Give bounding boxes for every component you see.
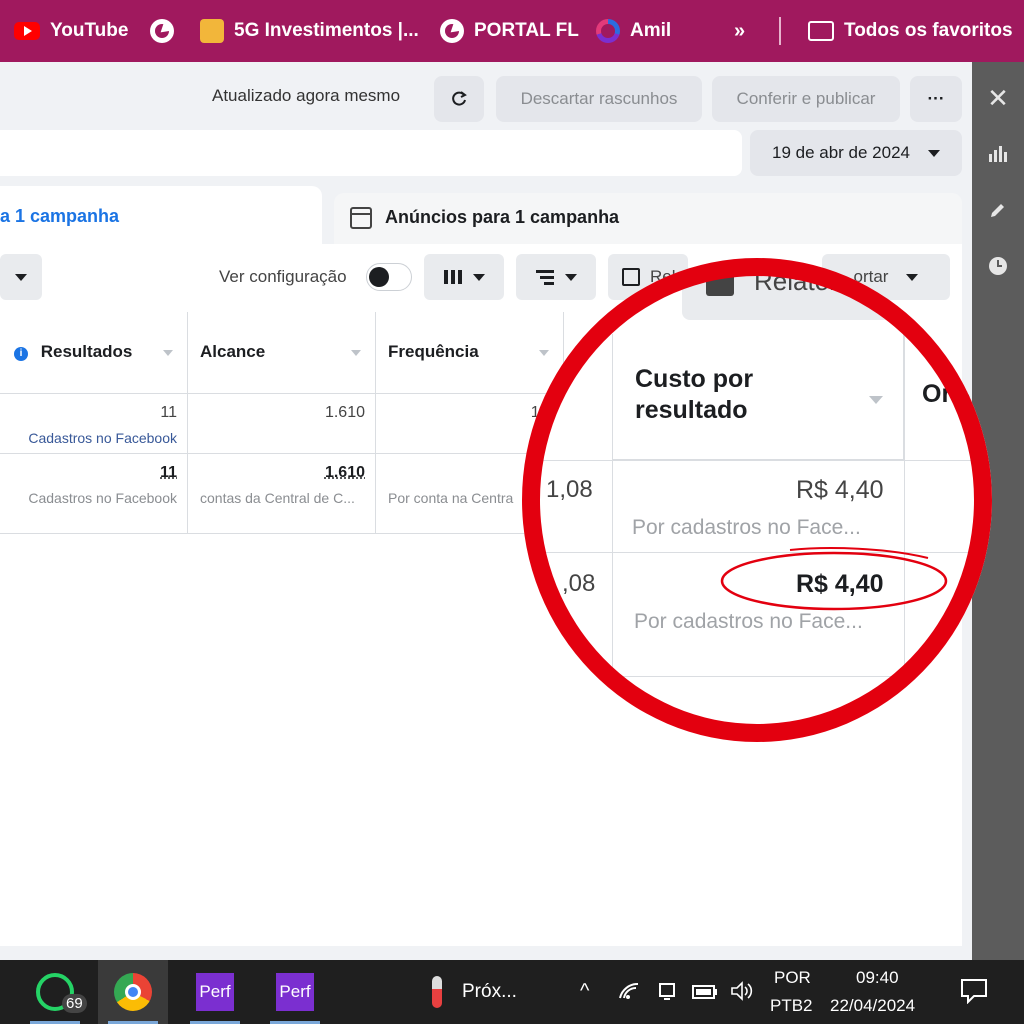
youtube-icon — [14, 22, 40, 40]
chart-icon[interactable] — [986, 144, 1010, 168]
filter-dropdown[interactable] — [0, 254, 42, 300]
highlight-ring — [522, 258, 992, 742]
search-filter-bar[interactable] — [0, 130, 742, 176]
refresh-icon — [452, 91, 467, 106]
chevron-up-icon[interactable]: ^ — [580, 980, 589, 1003]
updated-status: Atualizado agora mesmo — [212, 86, 401, 105]
taskbar: 69 Perf Perf Próx... ^ POR PTB2 09:40 22… — [0, 960, 1024, 1024]
bookmark-all-favorites[interactable]: Todos os favoritos — [808, 0, 1013, 62]
ad-icon — [350, 207, 372, 229]
keyboard-layout[interactable]: PTB2 — [770, 996, 813, 1016]
taskbar-chrome[interactable] — [98, 960, 168, 1024]
sort-icon — [351, 350, 361, 356]
view-config-toggle[interactable] — [366, 263, 412, 291]
tab-campaigns[interactable]: a 1 campanha — [0, 186, 322, 248]
chevron-down-icon — [15, 273, 27, 281]
column-header-results[interactable]: i Resultados — [0, 312, 188, 394]
close-icon[interactable]: ✕ — [986, 85, 1010, 111]
breakdown-icon — [536, 270, 554, 285]
device-icon[interactable] — [656, 982, 678, 1007]
thermometer-icon — [432, 976, 442, 1008]
tab-ads[interactable]: Anúncios para 1 campanha — [334, 193, 962, 248]
table-row-cell[interactable]: 11 Cadastros no Facebook — [0, 394, 188, 454]
taskbar-weather[interactable]: Próx... — [420, 960, 550, 1024]
bookmark-portal-fl[interactable]: PORTAL FL — [440, 0, 579, 62]
clock-time[interactable]: 09:40 — [856, 968, 899, 988]
column-header-frequency[interactable]: Frequência — [376, 312, 564, 394]
refresh-button[interactable] — [434, 76, 484, 122]
clock-icon[interactable] — [986, 256, 1010, 280]
columns-icon — [444, 270, 462, 284]
view-config-label: Ver configuração — [219, 267, 347, 286]
investimentos-icon — [200, 19, 224, 43]
pencil-icon[interactable] — [986, 200, 1010, 224]
date-range-picker[interactable]: 19 de abr de 2024 — [750, 130, 962, 176]
more-options-button[interactable]: ··· — [910, 76, 962, 122]
chevron-down-icon — [928, 149, 940, 157]
language-indicator[interactable]: POR — [774, 968, 811, 988]
bookmark-youtube[interactable]: YouTube — [14, 0, 128, 62]
bookmarks-separator — [779, 17, 781, 45]
taskbar-perf-1[interactable]: Perf — [180, 960, 250, 1024]
amil-icon — [596, 19, 620, 43]
taskbar-whatsapp[interactable]: 69 — [20, 960, 90, 1024]
globe-icon — [150, 19, 174, 43]
taskbar-perf-2[interactable]: Perf — [260, 960, 330, 1024]
discard-drafts-button[interactable]: Descartar rascunhos — [496, 76, 702, 122]
reports-icon — [622, 268, 640, 286]
wifi-icon[interactable] — [618, 980, 640, 1005]
bookmark-amil[interactable]: Amil — [596, 0, 671, 62]
notification-icon[interactable] — [960, 978, 988, 1009]
table-total-cell: 11 Cadastros no Facebook — [0, 454, 188, 534]
bookmarks-overflow-button[interactable]: » — [734, 0, 745, 62]
bookmark-5g-investimentos[interactable]: 5G Investimentos |... — [200, 0, 419, 62]
volume-icon[interactable] — [730, 980, 754, 1007]
chevron-down-icon — [565, 273, 577, 281]
chrome-icon — [114, 973, 152, 1011]
sort-icon — [163, 350, 173, 356]
info-icon: i — [14, 347, 28, 361]
bookmark-globe[interactable] — [150, 0, 184, 62]
clock-date[interactable]: 22/04/2024 — [830, 996, 915, 1016]
sort-icon — [539, 350, 549, 356]
table-row-cell: 1.610 — [188, 394, 376, 454]
bookmarks-bar: YouTube 5G Investimentos |... PORTAL FL … — [0, 0, 1024, 62]
review-publish-button[interactable]: Conferir e publicar — [712, 76, 900, 122]
folder-icon — [808, 21, 834, 41]
globe-icon — [440, 19, 464, 43]
table-total-cell: 1.610 contas da Central de C... — [188, 454, 376, 534]
columns-button[interactable] — [424, 254, 504, 300]
battery-icon[interactable] — [692, 984, 718, 1004]
column-header-reach[interactable]: Alcance — [188, 312, 376, 394]
breakdown-button[interactable] — [516, 254, 596, 300]
chevron-down-icon — [473, 273, 485, 281]
